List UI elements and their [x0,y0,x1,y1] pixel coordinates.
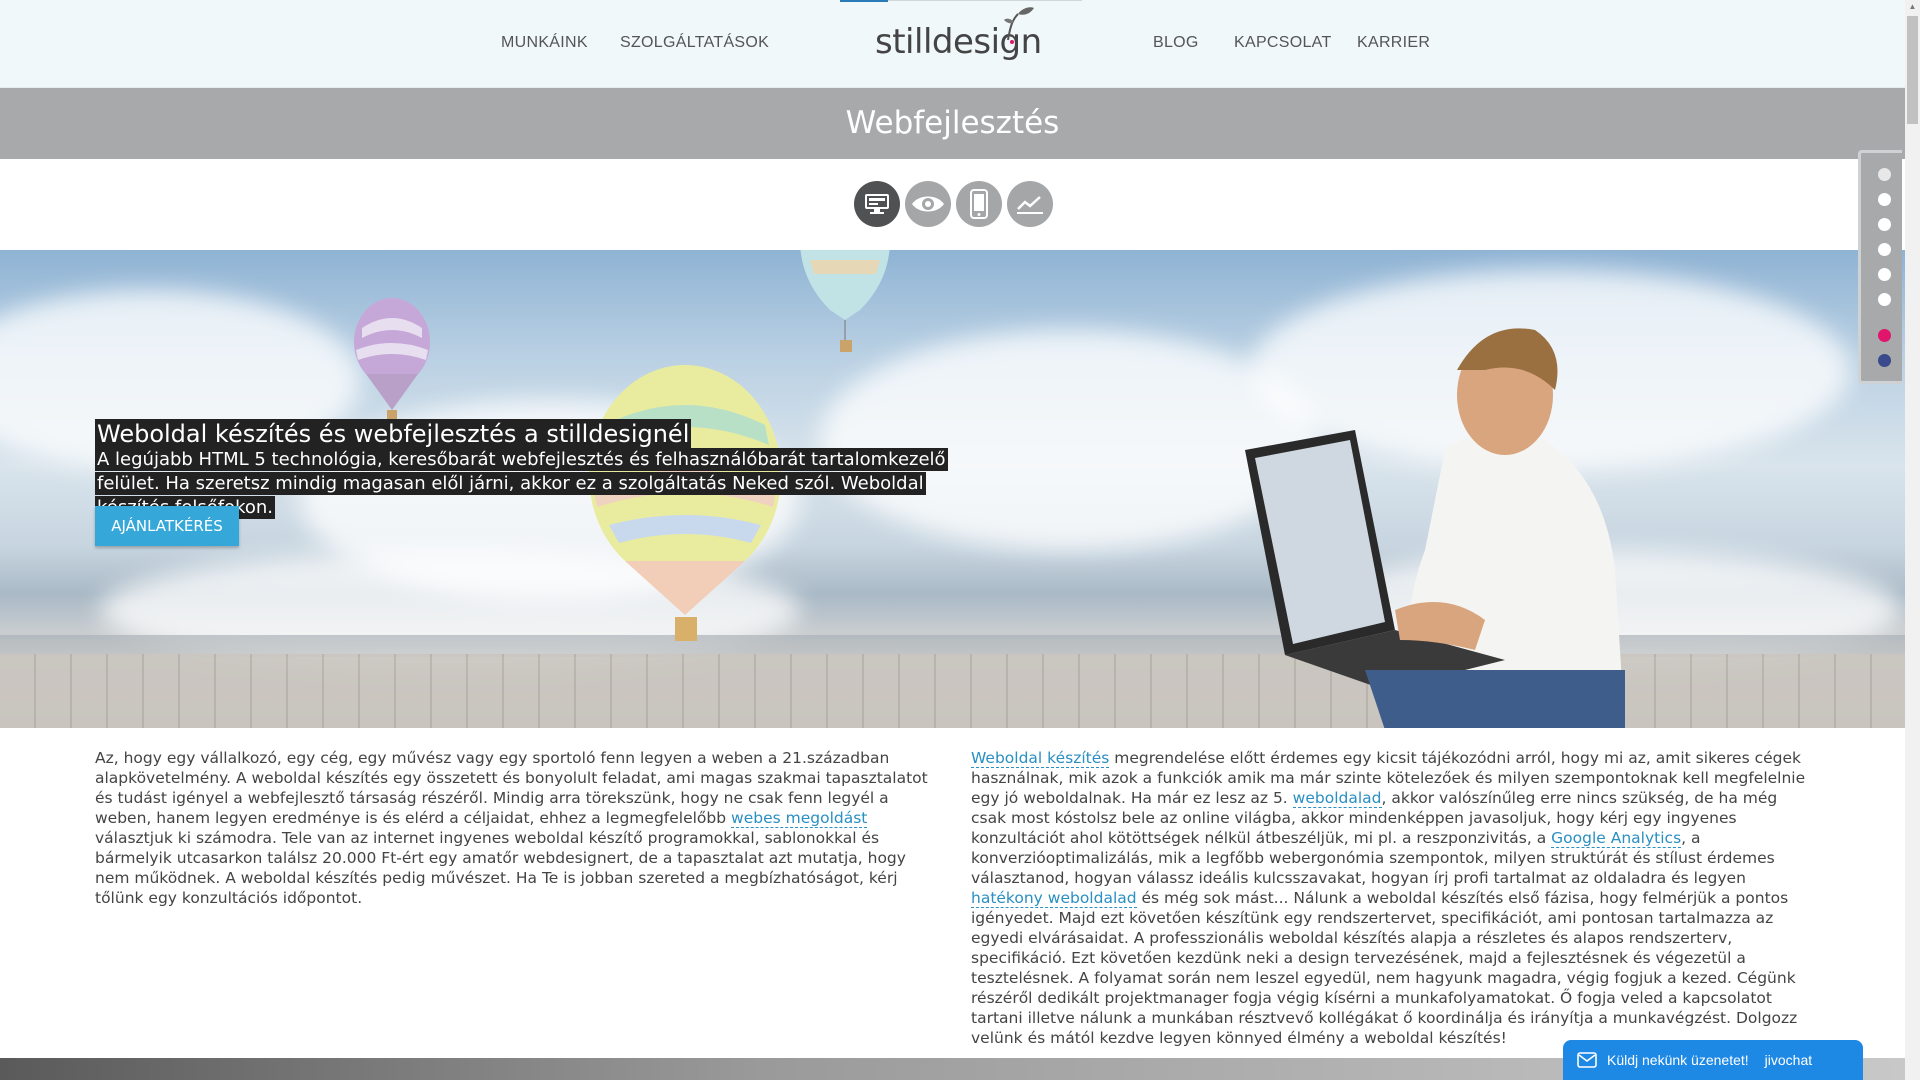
pager-top-icon[interactable] [1878,168,1891,181]
link-hatekony-weboldalad[interactable]: hatékony weboldalad [971,889,1137,908]
scrollbar-track[interactable] [1905,0,1920,1080]
pager-dot[interactable] [1878,354,1891,367]
nav-munkaink[interactable]: MUNKÁINK [501,34,588,52]
logo-accent-line [840,0,888,2]
service-icon-row [854,181,1053,227]
link-weboldal-keszites[interactable]: Weboldal készítés [971,749,1110,768]
nav-kapcsolat[interactable]: KAPCSOLAT [1234,34,1332,52]
pager-dot[interactable] [1878,243,1891,256]
intro-text-left: Az, hogy egy vállalkozó, egy cég, egy mű… [95,748,930,908]
hot-air-balloon-image [800,250,890,352]
pager-dot-active[interactable] [1878,329,1891,342]
scrollbar-thumb[interactable] [1907,16,1918,124]
eye-icon[interactable] [905,181,951,227]
logo-divider-line [888,0,1082,1]
chat-brand: jivochat [1764,1052,1813,1068]
section-pager [1858,150,1902,384]
logo[interactable]: stilldesign [870,7,1042,68]
left-paragraph-2: választjuk ki számodra. Tele van az inte… [95,829,906,907]
page-title-band: Webfejlesztés [0,88,1905,159]
mobile-icon[interactable] [956,181,1002,227]
chat-widget-button[interactable]: Küldj nekünk üzenetet! jivochat [1563,1040,1863,1080]
pager-dot[interactable] [1878,218,1891,231]
link-weboldalad[interactable]: weboldalad [1292,789,1382,808]
site-header: MUNKÁINK SZOLGÁLTATÁSOK stilldesign BLOG… [0,0,1905,88]
nav-blog[interactable]: BLOG [1153,34,1199,52]
link-webes-megoldast[interactable]: webes megoldást [731,809,868,828]
nav-karrier[interactable]: KARRIER [1357,34,1430,52]
pager-dot[interactable] [1878,193,1891,206]
desktop-icon[interactable] [854,181,900,227]
scroll-up-arrow-icon[interactable]: ▲ [1907,2,1918,13]
intro-text-right: Weboldal készítés megrendelése előtt érd… [971,748,1806,1048]
nav-szolgaltatasok[interactable]: SZOLGÁLTATÁSOK [620,34,769,52]
page-title: Webfejlesztés [845,105,1060,141]
man-with-laptop-image [1245,328,1625,728]
pager-dot[interactable] [1878,293,1891,306]
right-paragraph-4: és még sok mást... Nálunk a weboldal kés… [971,889,1798,1047]
hero-title: Weboldal készítés és webfejlesztés a sti… [95,419,692,449]
hot-air-balloon-image [354,298,430,420]
quote-request-button[interactable]: AJÁNLATKÉRÉS [95,506,239,546]
chart-line-icon[interactable] [1007,181,1053,227]
pager-dot[interactable] [1878,268,1891,281]
envelope-icon [1577,1052,1597,1068]
chat-label: Küldj nekünk üzenetet! [1607,1052,1749,1068]
logo-leaf-icon [1004,7,1034,44]
link-google-analytics[interactable]: Google Analytics [1551,829,1682,848]
